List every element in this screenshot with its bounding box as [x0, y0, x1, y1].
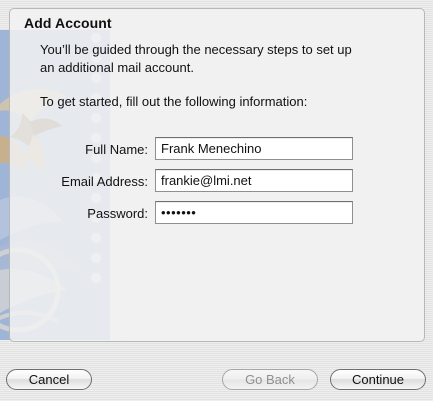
continue-button[interactable]: Continue — [330, 369, 426, 390]
email-address-label: Email Address: — [61, 174, 148, 189]
intro-line-1: You’ll be guided through the necessary s… — [40, 42, 352, 57]
full-name-input[interactable]: Frank Menechino — [155, 137, 353, 160]
go-back-button: Go Back — [222, 369, 318, 390]
cancel-button[interactable]: Cancel — [6, 369, 92, 390]
intro-line-2: an additional mail account. — [40, 60, 194, 75]
page-title: Add Account — [24, 15, 112, 31]
email-address-input[interactable]: frankie@lmi.net — [155, 169, 353, 192]
password-input[interactable]: ••••••• — [155, 201, 353, 224]
password-label: Password: — [87, 206, 148, 221]
instruction-text: To get started, fill out the following i… — [40, 94, 308, 109]
full-name-label: Full Name: — [85, 142, 148, 157]
